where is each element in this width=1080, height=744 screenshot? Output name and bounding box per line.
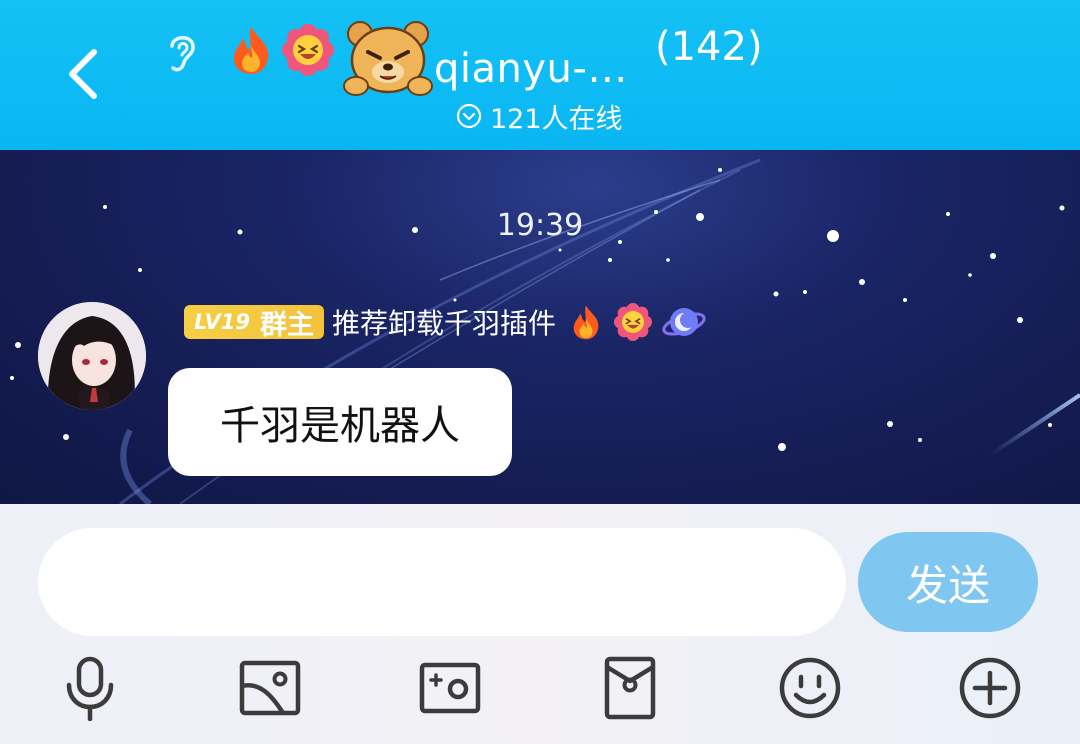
member-count: (142) (655, 24, 763, 70)
sender-title[interactable]: 推荐卸载千羽插件 (332, 302, 556, 342)
microphone-icon (66, 656, 114, 721)
input-area: 发送 (0, 504, 1080, 744)
send-button[interactable]: 发送 (858, 532, 1038, 632)
more-button[interactable] (954, 652, 1026, 724)
sender-info: LV19 群主 推荐卸载千羽插件 (184, 302, 706, 342)
chevron-down-circle-icon (456, 103, 482, 129)
back-button[interactable] (60, 44, 110, 104)
title-icons (568, 302, 706, 342)
message-input[interactable] (38, 528, 846, 636)
emoji-icon (779, 657, 841, 719)
planet-icon (662, 308, 706, 336)
message-text: 千羽是机器人 (220, 403, 460, 449)
laughing-flower-icon (282, 24, 334, 76)
image-button[interactable] (234, 652, 306, 724)
camera-button[interactable] (414, 652, 486, 724)
camera-icon (419, 662, 481, 714)
back-icon (69, 49, 97, 99)
ear-icon[interactable] (162, 30, 202, 76)
red-packet-icon (604, 656, 656, 720)
message-bubble[interactable]: 千羽是机器人 (168, 368, 512, 476)
anime-girl-avatar (38, 302, 146, 410)
bear-avatar[interactable] (342, 18, 434, 98)
level-badge: LV19 群主 (184, 305, 324, 341)
plus-icon (959, 657, 1021, 719)
chat-header: qianyu-… (142) 121人在线 (0, 0, 1080, 150)
fire-icon (233, 27, 269, 74)
sender-avatar[interactable] (38, 302, 146, 410)
online-status[interactable]: 121人在线 (456, 98, 623, 135)
chat-area[interactable]: 19:39 LV19 群主 推荐卸载千羽插件 千羽是机器人 (0, 150, 1080, 504)
message-timestamp: 19:39 (496, 208, 584, 243)
online-count-text: 121人在线 (490, 103, 623, 135)
fire-icon (573, 305, 599, 340)
laughing-flower-icon (613, 303, 652, 341)
image-icon (239, 660, 301, 716)
level-text: LV19 (194, 310, 250, 334)
red-packet-button[interactable] (594, 652, 666, 724)
role-text: 群主 (259, 309, 314, 341)
voice-button[interactable] (54, 652, 126, 724)
emoji-button[interactable] (774, 652, 846, 724)
group-name[interactable]: qianyu-… (434, 46, 628, 92)
